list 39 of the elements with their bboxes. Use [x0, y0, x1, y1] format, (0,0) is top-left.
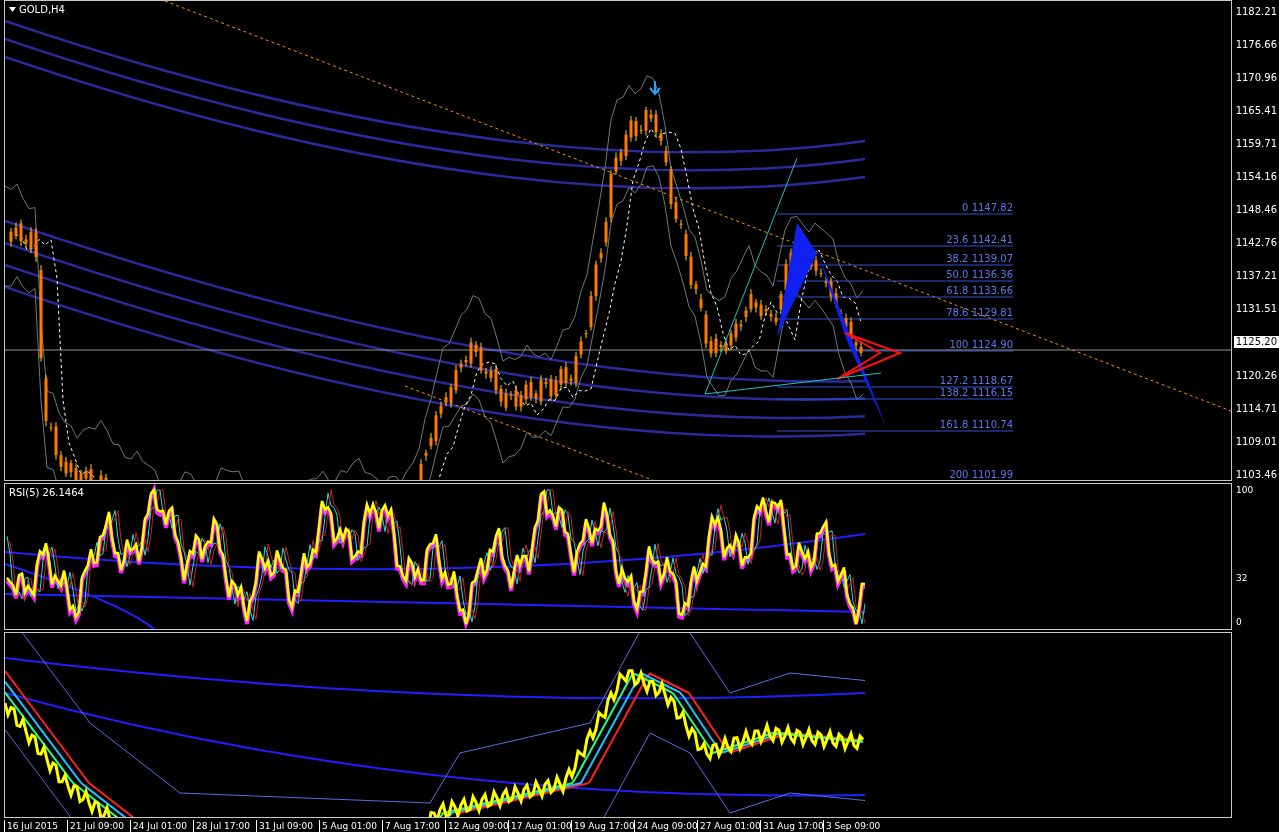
triangle-pattern-drawing [836, 332, 903, 380]
price-axis-label: 1131.51 [1234, 303, 1278, 316]
price-axis-label: 1103.46 [1234, 468, 1278, 481]
time-axis-label: 12 Aug 09:00 [445, 820, 508, 832]
price-axis-label: 1109.01 [1234, 435, 1278, 448]
price-axis-label: 1148.46 [1234, 204, 1278, 217]
price-axis-label: 1176.66 [1234, 39, 1278, 52]
time-axis-label: 24 Jul 01:00 [130, 820, 193, 832]
indicator-label: RSI(5) 26.1464 [9, 486, 84, 498]
price-axis-label: 1142.76 [1234, 237, 1278, 250]
time-axis-label: 24 Aug 09:00 [634, 820, 697, 832]
price-axis-label: 1120.26 [1234, 369, 1278, 382]
price-axis-label: 1159.71 [1234, 138, 1278, 151]
time-axis-label: 21 Jul 09:00 [67, 820, 130, 832]
price-axis-label: 1137.21 [1234, 270, 1278, 283]
price-axis-label: 1114.71 [1234, 402, 1278, 415]
rsi-axis-label: 100 [1236, 484, 1254, 495]
time-axis-label: 3 Sep 09:00 [823, 820, 886, 832]
time-axis-label: 5 Aug 01:00 [319, 820, 382, 832]
rsi-axis-label: 32 [1236, 572, 1248, 583]
fibonacci-levels-drawing: 0 1147.82 23.6 1142.41 38.2 1139.07 50.0 1136.36 61.8 1133.66 78.6 1129.81 100 1124.90 127.2 1118.67 138.2 1116.15 161.8 1110.74 200 1101.99 [776, 202, 1014, 480]
rsi-axis-label: 0 [1236, 616, 1242, 627]
time-axis-label: 17 Aug 01:00 [508, 820, 571, 832]
time-axis-label: 28 Jul 17:00 [193, 820, 256, 832]
dropdown-icon[interactable] [9, 7, 16, 12]
time-axis-label: 7 Aug 17:00 [382, 820, 445, 832]
current-price-label: 1125.20 [1233, 336, 1279, 349]
price-axis-label: 1165.41 [1234, 105, 1278, 118]
symbol-label: GOLD,H4 [19, 4, 65, 15]
price-axis-label: 1170.96 [1234, 72, 1278, 85]
time-axis-label: 31 Jul 09:00 [256, 820, 319, 832]
price-axis-label: 1154.16 [1234, 171, 1278, 184]
time-axis-label: 19 Aug 17:00 [571, 820, 634, 832]
time-axis-label: 31 Aug 17:00 [760, 820, 823, 832]
time-axis-label: 27 Aug 01:00 [697, 820, 760, 832]
time-axis-label: 16 Jul 2015 [4, 820, 67, 832]
price-axis-label: 1182.21 [1234, 6, 1278, 18]
chart-title[interactable]: GOLD,H4 [9, 4, 65, 15]
down-arrow-icon [649, 80, 661, 96]
